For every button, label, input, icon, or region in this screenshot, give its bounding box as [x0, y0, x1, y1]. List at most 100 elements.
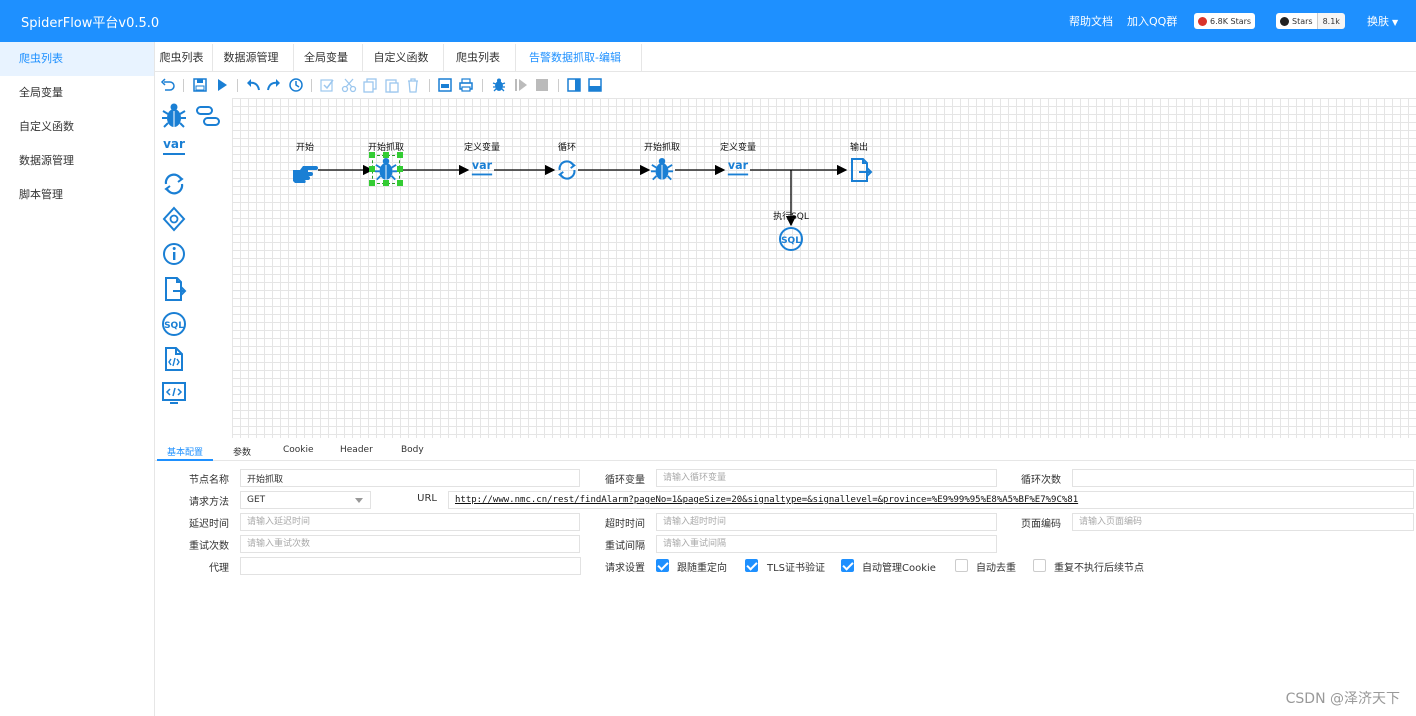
sidebar-item-scripts[interactable]: 脚本管理 — [0, 178, 154, 212]
cut-icon[interactable] — [341, 77, 357, 93]
output-icon[interactable] — [847, 156, 873, 184]
skip-duplicate-label[interactable]: 重复不执行后续节点 — [1054, 559, 1144, 574]
tab-datasource[interactable]: 数据源管理 — [217, 44, 285, 72]
github-stars-badge[interactable]: Stars 8.1k — [1276, 13, 1345, 29]
gitee-stars-badge[interactable]: 6.8K Stars — [1194, 13, 1256, 29]
history-icon[interactable] — [288, 77, 304, 93]
node-label-define-var-2: 定义变量 — [719, 143, 757, 153]
tab-basic-config[interactable]: 基本配置 — [167, 445, 203, 458]
node-name-input[interactable] — [240, 469, 580, 487]
follow-redirect-checkbox[interactable] — [656, 559, 669, 572]
var-text: var — [163, 137, 185, 151]
sql-text: SQL — [781, 236, 801, 246]
script-file-icon[interactable] — [161, 345, 187, 373]
var-icon[interactable]: var — [469, 156, 495, 180]
resize-handle[interactable] — [397, 180, 403, 186]
timeout-label: 超时时间 — [605, 519, 645, 530]
redo-icon[interactable] — [266, 77, 282, 93]
toggle-bottom-panel-icon[interactable] — [587, 77, 603, 93]
retry-interval-input[interactable] — [656, 535, 997, 553]
stop-icon[interactable] — [534, 77, 550, 93]
run-icon[interactable] — [214, 77, 230, 93]
resume-icon[interactable] — [513, 77, 529, 93]
retry-input[interactable] — [240, 535, 580, 553]
resize-handle[interactable] — [383, 180, 389, 186]
tab-params[interactable]: 参数 — [233, 445, 251, 458]
spider-icon[interactable] — [374, 156, 398, 183]
resize-handle[interactable] — [397, 152, 403, 158]
tab-cookie[interactable]: Cookie — [283, 445, 314, 455]
sql-icon[interactable]: SQL — [161, 310, 187, 338]
help-docs-link[interactable]: 帮助文档 — [1069, 13, 1113, 29]
var-icon[interactable]: var — [161, 134, 187, 160]
shape-palette: var SQL — [155, 98, 232, 438]
tab-header[interactable]: Header — [340, 445, 373, 455]
sidebar-item-spider-list[interactable]: 爬虫列表 — [0, 42, 154, 76]
resize-handle[interactable] — [397, 166, 403, 172]
tab-global-vars[interactable]: 全局变量 — [298, 44, 354, 72]
toggle-left-panel-icon[interactable] — [566, 77, 582, 93]
follow-redirect-label[interactable]: 跟随重定向 — [677, 559, 727, 574]
hand-pointer-icon[interactable] — [291, 158, 319, 184]
copy-icon[interactable] — [362, 77, 378, 93]
active-tab-indicator — [157, 459, 213, 461]
loop-var-input[interactable] — [656, 469, 997, 487]
save-icon[interactable] — [192, 77, 208, 93]
app-brand[interactable]: SpiderFlow平台v0.5.0 — [21, 12, 159, 31]
auto-cookie-checkbox[interactable] — [841, 559, 854, 572]
link-relation-icon[interactable] — [195, 103, 221, 131]
tab-spider-list-1[interactable]: 爬虫列表 — [155, 44, 208, 72]
proxy-input[interactable] — [240, 557, 581, 575]
skip-duplicate-checkbox[interactable] — [1033, 559, 1046, 572]
skin-menu[interactable]: 换肤 ▼ — [1367, 13, 1398, 29]
condition-icon[interactable] — [161, 205, 187, 233]
print-icon[interactable] — [458, 77, 474, 93]
resize-handle[interactable] — [369, 180, 375, 186]
var-icon[interactable]: var — [725, 156, 751, 180]
url-label: URL — [417, 493, 437, 504]
auto-dedup-label[interactable]: 自动去重 — [976, 559, 1016, 574]
tab-functions[interactable]: 自定义函数 — [367, 44, 435, 72]
tab-body[interactable]: Body — [401, 445, 424, 455]
spider-icon[interactable] — [161, 102, 187, 130]
auto-dedup-checkbox[interactable] — [955, 559, 968, 572]
github-stars-count: 8.1k — [1316, 13, 1345, 29]
top-header: SpiderFlow平台v0.5.0 帮助文档 加入QQ群 6.8K Stars… — [0, 0, 1416, 42]
tab-spider-list-2[interactable]: 爬虫列表 — [448, 44, 508, 72]
encoding-input[interactable] — [1072, 513, 1414, 531]
export-image-icon[interactable] — [437, 77, 453, 93]
method-select[interactable]: GET — [240, 491, 371, 509]
sidebar-item-functions[interactable]: 自定义函数 — [0, 110, 154, 144]
resize-handle[interactable] — [369, 166, 375, 172]
method-value: GET — [247, 495, 266, 505]
loop-icon[interactable] — [555, 157, 579, 183]
loop-count-label: 循环次数 — [1021, 475, 1061, 486]
sql-icon[interactable]: SQL — [778, 225, 804, 253]
resize-handle[interactable] — [383, 152, 389, 158]
delay-input[interactable] — [240, 513, 580, 531]
undo-icon[interactable] — [245, 77, 261, 93]
flow-canvas[interactable]: 开始 开始抓取 定义变量 var 循环 开始抓取 定义变量 var 输出 执行S… — [232, 98, 1416, 438]
timeout-input[interactable] — [656, 513, 997, 531]
sidebar-item-global-vars[interactable]: 全局变量 — [0, 76, 154, 110]
loop-count-input[interactable] — [1072, 469, 1414, 487]
resize-handle[interactable] — [369, 152, 375, 158]
output-icon[interactable] — [161, 275, 187, 303]
undo-arrow-icon[interactable] — [160, 77, 176, 93]
retry-interval-label: 重试间隔 — [605, 541, 645, 552]
code-screen-icon[interactable] — [161, 380, 187, 408]
join-qq-link[interactable]: 加入QQ群 — [1127, 13, 1177, 29]
tls-verify-checkbox[interactable] — [745, 559, 758, 572]
paste-icon[interactable] — [384, 77, 400, 93]
info-icon[interactable] — [161, 240, 187, 268]
auto-cookie-label[interactable]: 自动管理Cookie — [862, 559, 936, 574]
url-input[interactable] — [448, 491, 1414, 509]
debug-icon[interactable] — [491, 77, 507, 93]
select-all-icon[interactable] — [319, 77, 335, 93]
loop-icon[interactable] — [161, 170, 187, 198]
spider-icon[interactable] — [650, 156, 674, 183]
sidebar-item-datasource[interactable]: 数据源管理 — [0, 144, 154, 178]
delete-icon[interactable] — [405, 77, 421, 93]
tls-verify-label[interactable]: TLS证书验证 — [767, 559, 825, 574]
tab-alarm-edit[interactable]: 告警数据抓取-编辑 — [520, 44, 630, 72]
